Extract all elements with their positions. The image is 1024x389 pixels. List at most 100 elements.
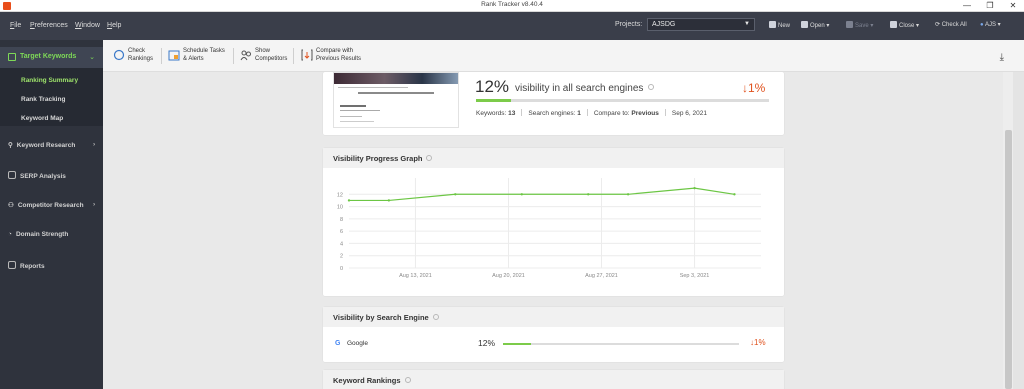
- x-tick-label: Aug 27, 2021: [585, 273, 618, 279]
- chevron-right-icon: ›: [93, 141, 96, 148]
- toolbar-divider: [293, 48, 294, 64]
- compare-icon: [301, 49, 313, 61]
- y-tick-label: 10: [337, 205, 343, 211]
- visibility-graph-card: Visibility Progress Graph 0 2 4 6 8 10 12 Aug 1…: [323, 148, 784, 296]
- sidebar-item-keyword-map[interactable]: Keyword Map: [21, 115, 63, 122]
- sidebar: Target Keywords ⌄ Ranking Summary Rank T…: [0, 40, 103, 389]
- calendar-icon: [168, 50, 180, 61]
- close-project-button[interactable]: Close ▾: [890, 21, 919, 29]
- x-tick-label: Aug 20, 2021: [492, 273, 525, 279]
- graph-card-title: Visibility Progress Graph: [333, 154, 433, 163]
- y-tick-label: 12: [337, 192, 343, 198]
- x-tick-label: Aug 13, 2021: [399, 273, 432, 279]
- data-point: [626, 193, 630, 196]
- save-button[interactable]: Save ▾: [846, 21, 873, 29]
- menu-preferences[interactable]: Preferences: [30, 22, 68, 29]
- project-select[interactable]: AJSDG ▼: [647, 18, 755, 31]
- restore-button[interactable]: ❐: [980, 0, 1000, 12]
- summary-card: 12% visibility in all search engines ↓1%…: [323, 72, 784, 135]
- data-point: [387, 199, 391, 202]
- menu-window[interactable]: Window: [75, 22, 100, 29]
- search-engine-card: Visibility by Search Engine G Google 12%…: [323, 307, 784, 362]
- minimize-button[interactable]: —: [957, 0, 977, 12]
- menu-help[interactable]: Help: [107, 22, 121, 29]
- data-point: [693, 186, 696, 190]
- x-tick-label: Sep 3, 2021: [680, 273, 710, 279]
- check-all-button[interactable]: ⟳ Check All: [935, 21, 967, 28]
- chevron-down-icon: ⌄: [89, 54, 95, 61]
- main-content: 12% visibility in all search engines ↓1%…: [103, 72, 1003, 389]
- sidebar-item-reports[interactable]: Reports: [8, 261, 103, 270]
- open-button[interactable]: Open ▾: [801, 21, 829, 29]
- search-icon: ⚲: [8, 142, 13, 149]
- sidebar-item-ranking-summary[interactable]: Ranking Summary: [21, 77, 78, 84]
- refresh-icon: [113, 49, 125, 61]
- y-tick-label: 8: [340, 217, 343, 223]
- scrollbar-thumb[interactable]: [1005, 130, 1012, 389]
- y-tick-label: 6: [340, 229, 343, 235]
- download-icon[interactable]: ⤓: [1000, 52, 1004, 63]
- data-point: [454, 193, 457, 196]
- save-icon: [846, 21, 853, 28]
- visibility-progress-bar: [476, 99, 769, 102]
- toolbar-divider: [233, 48, 234, 64]
- visibility-description: visibility in all search engines: [515, 83, 655, 94]
- engine-name: Google: [347, 340, 368, 347]
- y-tick-label: 0: [340, 266, 343, 272]
- data-point: [587, 193, 590, 196]
- gauge-icon: ◔: [8, 231, 12, 238]
- window-title: Rank Tracker v8.40.4: [481, 1, 543, 8]
- help-icon[interactable]: [432, 314, 439, 320]
- new-file-icon: [769, 21, 776, 28]
- sidebar-item-domain-strength[interactable]: ◔ Domain Strength: [8, 231, 103, 238]
- chevron-right-icon: ›: [93, 201, 96, 208]
- close-icon: [890, 21, 897, 28]
- visibility-line-chart[interactable]: 0 2 4 6 8 10 12 Aug 13, 2021 Aug 20, 2021 Aug 27,…: [323, 168, 784, 296]
- engine-percent: 12%: [478, 338, 496, 348]
- report-icon: [8, 261, 16, 269]
- window-edge: [1013, 72, 1024, 389]
- y-tick-label: 2: [340, 254, 343, 260]
- user-icon: ●: [980, 22, 984, 28]
- sidebar-item-rank-tracking[interactable]: Rank Tracking: [21, 96, 65, 103]
- menu-file[interactable]: File: [10, 22, 21, 29]
- rankings-card-title: Keyword Rankings: [333, 376, 411, 385]
- help-icon[interactable]: [426, 155, 433, 161]
- projects-label: Projects:: [615, 21, 643, 28]
- data-point: [520, 193, 523, 196]
- sidebar-target-keywords[interactable]: Target Keywords ⌄: [0, 47, 103, 68]
- refresh-icon: ⟳: [935, 22, 941, 28]
- report-thumbnail: [333, 72, 459, 128]
- help-icon[interactable]: [648, 84, 655, 90]
- sidebar-item-competitor-research[interactable]: ⚇ Competitor Research ›: [8, 201, 103, 209]
- visibility-percent: 12%: [475, 77, 510, 96]
- folder-icon: [801, 21, 808, 28]
- toolbar-divider: [161, 48, 162, 64]
- sidebar-item-keyword-research[interactable]: ⚲ Keyword Research ›: [8, 141, 103, 149]
- chart-icon: [8, 171, 16, 179]
- summary-stats: Keywords: 13 Search engines: 1 Compare to:…: [476, 109, 707, 117]
- users-icon: [240, 50, 251, 61]
- close-window-button[interactable]: ✕: [1003, 0, 1023, 12]
- visibility-change: ↓1%: [742, 81, 766, 95]
- google-icon: G: [335, 340, 341, 347]
- sidebar-header-label: Target Keywords: [20, 53, 77, 60]
- y-tick-label: 4: [340, 241, 343, 247]
- chevron-down-icon: ▼: [744, 21, 750, 27]
- engine-progress-bar: [503, 343, 739, 345]
- target-icon: [8, 53, 16, 61]
- toolbar: Check Rankings Schedule Tasks & Alerts Sho…: [103, 40, 1024, 72]
- keyword-rankings-card: Keyword Rankings: [323, 370, 784, 389]
- project-select-value: AJSDG: [652, 21, 676, 28]
- new-button[interactable]: New: [769, 21, 790, 29]
- engine-change: ↓1%: [750, 338, 766, 347]
- title-bar: Rank Tracker v8.40.4 — ❐ ✕: [0, 0, 1024, 12]
- user-menu[interactable]: ● AJS ▾: [980, 21, 1001, 28]
- engine-card-title: Visibility by Search Engine: [333, 313, 439, 322]
- help-icon[interactable]: [404, 377, 411, 383]
- menu-bar: File Preferences Window Help Projects: A…: [0, 12, 1024, 40]
- sidebar-item-serp-analysis[interactable]: SERP Analysis: [8, 171, 103, 180]
- data-point: [347, 199, 351, 202]
- search-engine-row[interactable]: G Google 12% ↓1%: [323, 331, 784, 357]
- data-point: [733, 193, 736, 196]
